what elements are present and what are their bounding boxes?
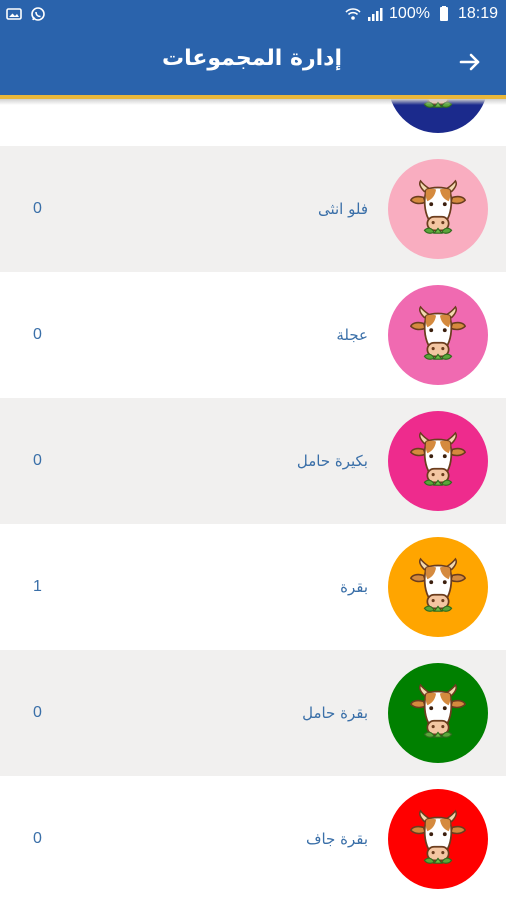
page-title: إدارة المجموعات [161,46,342,71]
group-count: 0 [33,452,42,469]
groups-list[interactable]: 0 فلو انثى 0 عجلة 0 بكيرة حامل 1 بقرة 0 … [0,20,506,902]
system-status: 100% 18:19 [345,5,498,23]
group-avatar [388,789,488,889]
battery-percent: 100% [389,5,430,22]
group-count: 0 [33,326,42,343]
status-bar: 100% 18:19 [0,0,506,30]
group-row[interactable]: 1 بقرة [0,524,506,650]
clock-time: 18:19 [457,5,498,22]
cow-icon [407,304,469,366]
group-avatar [388,537,488,637]
app-bar-shadow [0,99,506,105]
group-avatar [388,663,488,763]
cow-icon [407,808,469,870]
wifi-icon [345,8,361,20]
group-count: 0 [33,830,42,847]
group-avatar [388,411,488,511]
cow-icon [407,556,469,618]
group-label: بقرة جاف [305,830,368,848]
group-row[interactable]: 0 فلو انثى [0,146,506,272]
back-button[interactable] [452,44,488,80]
whatsapp-icon [31,7,45,21]
group-count: 1 [33,578,42,595]
group-count: 0 [33,704,42,721]
app-bar: إدارة المجموعات [0,30,506,95]
group-row[interactable]: 0 بكيرة حامل [0,398,506,524]
group-label: بقرة [340,578,368,596]
notification-icons [6,6,46,22]
group-avatar [388,285,488,385]
cow-icon [407,682,469,744]
group-row[interactable]: 0 بقرة حامل [0,650,506,776]
group-count: 0 [33,200,42,217]
battery-icon [439,6,448,21]
group-label: بكيرة حامل [296,452,368,470]
group-label: فلو انثى [317,200,368,218]
signal-icon [368,8,383,21]
group-avatar [388,159,488,259]
cow-icon [407,178,469,240]
arrow-right-icon [459,53,480,71]
group-label: بقرة حامل [302,704,368,722]
group-row[interactable]: 0 عجلة [0,272,506,398]
group-label: عجلة [336,326,368,344]
group-row[interactable]: 0 بقرة جاف [0,776,506,902]
image-icon [6,8,22,20]
cow-icon [407,430,469,492]
